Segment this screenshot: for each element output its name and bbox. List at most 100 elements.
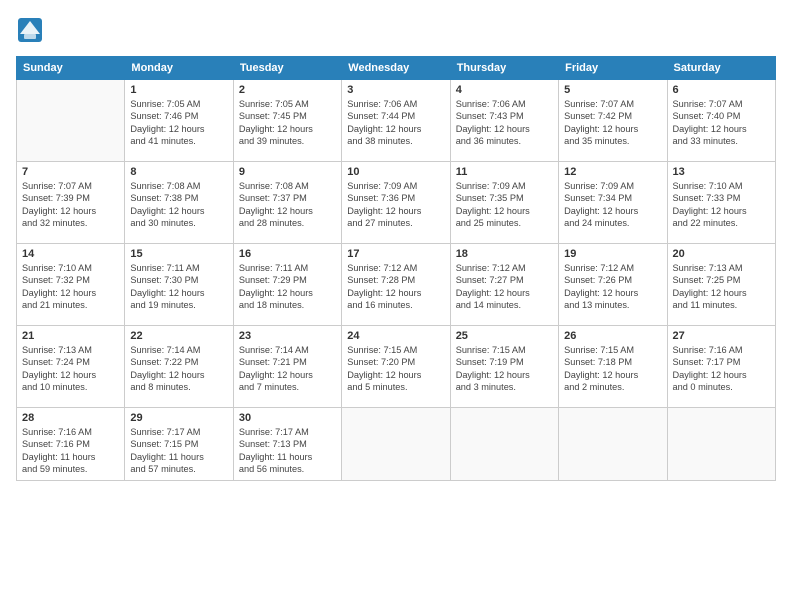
day-info: Sunrise: 7:09 AM Sunset: 7:36 PM Dayligh… (347, 180, 444, 230)
day-number: 11 (456, 166, 553, 178)
day-info: Sunrise: 7:15 AM Sunset: 7:20 PM Dayligh… (347, 344, 444, 394)
calendar-day-cell: 29 Sunrise: 7:17 AM Sunset: 7:15 PM Dayli… (125, 408, 233, 481)
calendar-day-cell: 11 Sunrise: 7:09 AM Sunset: 7:35 PM Dayli… (450, 162, 558, 244)
day-info: Sunrise: 7:17 AM Sunset: 7:15 PM Dayligh… (130, 426, 227, 476)
day-number: 10 (347, 166, 444, 178)
day-number: 16 (239, 248, 336, 260)
calendar-header-row: SundayMondayTuesdayWednesdayThursdayFrid… (17, 57, 776, 80)
calendar-day-cell: 9 Sunrise: 7:08 AM Sunset: 7:37 PM Daylig… (233, 162, 341, 244)
day-number: 17 (347, 248, 444, 260)
day-number: 27 (673, 330, 770, 342)
calendar-day-cell: 4 Sunrise: 7:06 AM Sunset: 7:43 PM Daylig… (450, 80, 558, 162)
day-number: 14 (22, 248, 119, 260)
calendar-day-cell: 28 Sunrise: 7:16 AM Sunset: 7:16 PM Dayli… (17, 408, 125, 481)
page: SundayMondayTuesdayWednesdayThursdayFrid… (0, 0, 792, 612)
day-info: Sunrise: 7:13 AM Sunset: 7:24 PM Dayligh… (22, 344, 119, 394)
day-info: Sunrise: 7:08 AM Sunset: 7:37 PM Dayligh… (239, 180, 336, 230)
calendar-day-cell: 16 Sunrise: 7:11 AM Sunset: 7:29 PM Dayli… (233, 244, 341, 326)
day-number: 30 (239, 412, 336, 424)
day-number: 28 (22, 412, 119, 424)
calendar-day-cell: 30 Sunrise: 7:17 AM Sunset: 7:13 PM Dayli… (233, 408, 341, 481)
day-info: Sunrise: 7:10 AM Sunset: 7:32 PM Dayligh… (22, 262, 119, 312)
calendar-day-cell: 12 Sunrise: 7:09 AM Sunset: 7:34 PM Dayli… (559, 162, 667, 244)
calendar-week-row: 1Sunrise: 7:05 AM Sunset: 7:46 PM Daylig… (17, 80, 776, 162)
calendar-day-cell: 21 Sunrise: 7:13 AM Sunset: 7:24 PM Dayli… (17, 326, 125, 408)
day-number: 8 (130, 166, 227, 178)
calendar-week-row: 21 Sunrise: 7:13 AM Sunset: 7:24 PM Dayli… (17, 326, 776, 408)
day-number: 4 (456, 84, 553, 96)
day-number: 7 (22, 166, 119, 178)
calendar-day-cell: 8 Sunrise: 7:08 AM Sunset: 7:38 PM Daylig… (125, 162, 233, 244)
calendar-day-header: Saturday (667, 57, 775, 80)
calendar-day-cell: 13Sunrise: 7:10 AM Sunset: 7:33 PM Dayli… (667, 162, 775, 244)
calendar-day-cell: 14 Sunrise: 7:10 AM Sunset: 7:32 PM Dayli… (17, 244, 125, 326)
calendar-day-cell: 25Sunrise: 7:15 AM Sunset: 7:19 PM Dayli… (450, 326, 558, 408)
day-number: 25 (456, 330, 553, 342)
day-info: Sunrise: 7:11 AM Sunset: 7:29 PM Dayligh… (239, 262, 336, 312)
calendar-day-cell: 2Sunrise: 7:05 AM Sunset: 7:45 PM Daylig… (233, 80, 341, 162)
day-info: Sunrise: 7:16 AM Sunset: 7:17 PM Dayligh… (673, 344, 770, 394)
calendar-day-cell: 19Sunrise: 7:12 AM Sunset: 7:26 PM Dayli… (559, 244, 667, 326)
day-info: Sunrise: 7:14 AM Sunset: 7:22 PM Dayligh… (130, 344, 227, 394)
day-info: Sunrise: 7:09 AM Sunset: 7:35 PM Dayligh… (456, 180, 553, 230)
day-number: 12 (564, 166, 661, 178)
day-info: Sunrise: 7:12 AM Sunset: 7:27 PM Dayligh… (456, 262, 553, 312)
calendar-day-header: Sunday (17, 57, 125, 80)
calendar-day-cell: 15 Sunrise: 7:11 AM Sunset: 7:30 PM Dayli… (125, 244, 233, 326)
calendar-day-cell (342, 408, 450, 481)
calendar-day-header: Thursday (450, 57, 558, 80)
calendar-day-cell (559, 408, 667, 481)
day-info: Sunrise: 7:06 AM Sunset: 7:43 PM Dayligh… (456, 98, 553, 148)
calendar-day-cell: 18 Sunrise: 7:12 AM Sunset: 7:27 PM Dayli… (450, 244, 558, 326)
day-info: Sunrise: 7:13 AM Sunset: 7:25 PM Dayligh… (673, 262, 770, 312)
day-number: 21 (22, 330, 119, 342)
day-info: Sunrise: 7:08 AM Sunset: 7:38 PM Dayligh… (130, 180, 227, 230)
day-number: 9 (239, 166, 336, 178)
day-number: 29 (130, 412, 227, 424)
day-number: 19 (564, 248, 661, 260)
day-number: 22 (130, 330, 227, 342)
calendar-day-cell: 23Sunrise: 7:14 AM Sunset: 7:21 PM Dayli… (233, 326, 341, 408)
calendar-day-cell (450, 408, 558, 481)
calendar-week-row: 28 Sunrise: 7:16 AM Sunset: 7:16 PM Dayli… (17, 408, 776, 481)
day-info: Sunrise: 7:17 AM Sunset: 7:13 PM Dayligh… (239, 426, 336, 476)
logo (16, 16, 48, 44)
day-number: 3 (347, 84, 444, 96)
day-number: 13 (673, 166, 770, 178)
calendar-day-header: Wednesday (342, 57, 450, 80)
day-info: Sunrise: 7:12 AM Sunset: 7:28 PM Dayligh… (347, 262, 444, 312)
header (16, 16, 776, 44)
calendar-day-cell: 7Sunrise: 7:07 AM Sunset: 7:39 PM Daylig… (17, 162, 125, 244)
logo-icon (16, 16, 44, 44)
day-info: Sunrise: 7:09 AM Sunset: 7:34 PM Dayligh… (564, 180, 661, 230)
calendar-day-cell (17, 80, 125, 162)
calendar-day-cell: 6 Sunrise: 7:07 AM Sunset: 7:40 PM Daylig… (667, 80, 775, 162)
day-number: 20 (673, 248, 770, 260)
calendar-day-cell: 24 Sunrise: 7:15 AM Sunset: 7:20 PM Dayli… (342, 326, 450, 408)
day-info: Sunrise: 7:14 AM Sunset: 7:21 PM Dayligh… (239, 344, 336, 394)
day-info: Sunrise: 7:16 AM Sunset: 7:16 PM Dayligh… (22, 426, 119, 476)
day-info: Sunrise: 7:05 AM Sunset: 7:45 PM Dayligh… (239, 98, 336, 148)
day-number: 5 (564, 84, 661, 96)
calendar-day-cell: 20 Sunrise: 7:13 AM Sunset: 7:25 PM Dayli… (667, 244, 775, 326)
day-number: 1 (130, 84, 227, 96)
day-info: Sunrise: 7:07 AM Sunset: 7:42 PM Dayligh… (564, 98, 661, 148)
day-number: 15 (130, 248, 227, 260)
day-info: Sunrise: 7:15 AM Sunset: 7:18 PM Dayligh… (564, 344, 661, 394)
calendar-day-cell: 3 Sunrise: 7:06 AM Sunset: 7:44 PM Daylig… (342, 80, 450, 162)
calendar-day-cell: 10 Sunrise: 7:09 AM Sunset: 7:36 PM Dayli… (342, 162, 450, 244)
calendar-day-cell: 22 Sunrise: 7:14 AM Sunset: 7:22 PM Dayli… (125, 326, 233, 408)
day-number: 6 (673, 84, 770, 96)
calendar-day-cell: 17 Sunrise: 7:12 AM Sunset: 7:28 PM Dayli… (342, 244, 450, 326)
calendar-week-row: 7Sunrise: 7:07 AM Sunset: 7:39 PM Daylig… (17, 162, 776, 244)
day-info: Sunrise: 7:06 AM Sunset: 7:44 PM Dayligh… (347, 98, 444, 148)
calendar-day-cell: 26Sunrise: 7:15 AM Sunset: 7:18 PM Dayli… (559, 326, 667, 408)
day-number: 18 (456, 248, 553, 260)
calendar-day-cell: 27 Sunrise: 7:16 AM Sunset: 7:17 PM Dayli… (667, 326, 775, 408)
calendar-day-cell (667, 408, 775, 481)
calendar-day-cell: 1Sunrise: 7:05 AM Sunset: 7:46 PM Daylig… (125, 80, 233, 162)
day-info: Sunrise: 7:07 AM Sunset: 7:40 PM Dayligh… (673, 98, 770, 148)
day-info: Sunrise: 7:11 AM Sunset: 7:30 PM Dayligh… (130, 262, 227, 312)
calendar-table: SundayMondayTuesdayWednesdayThursdayFrid… (16, 56, 776, 481)
day-number: 24 (347, 330, 444, 342)
